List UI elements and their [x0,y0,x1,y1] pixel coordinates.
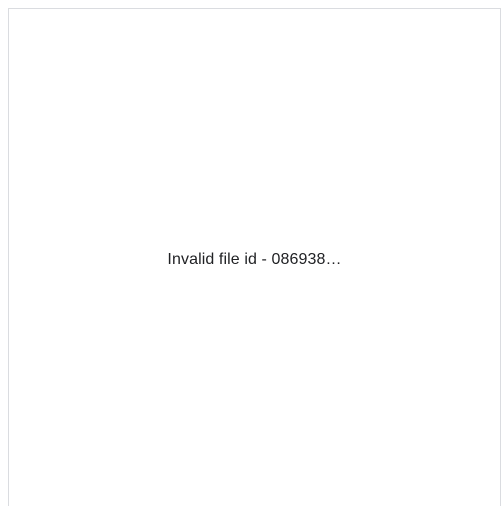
file-viewer-frame: Invalid file id - 086938… [8,8,501,506]
error-message: Invalid file id - 086938… [167,250,342,268]
